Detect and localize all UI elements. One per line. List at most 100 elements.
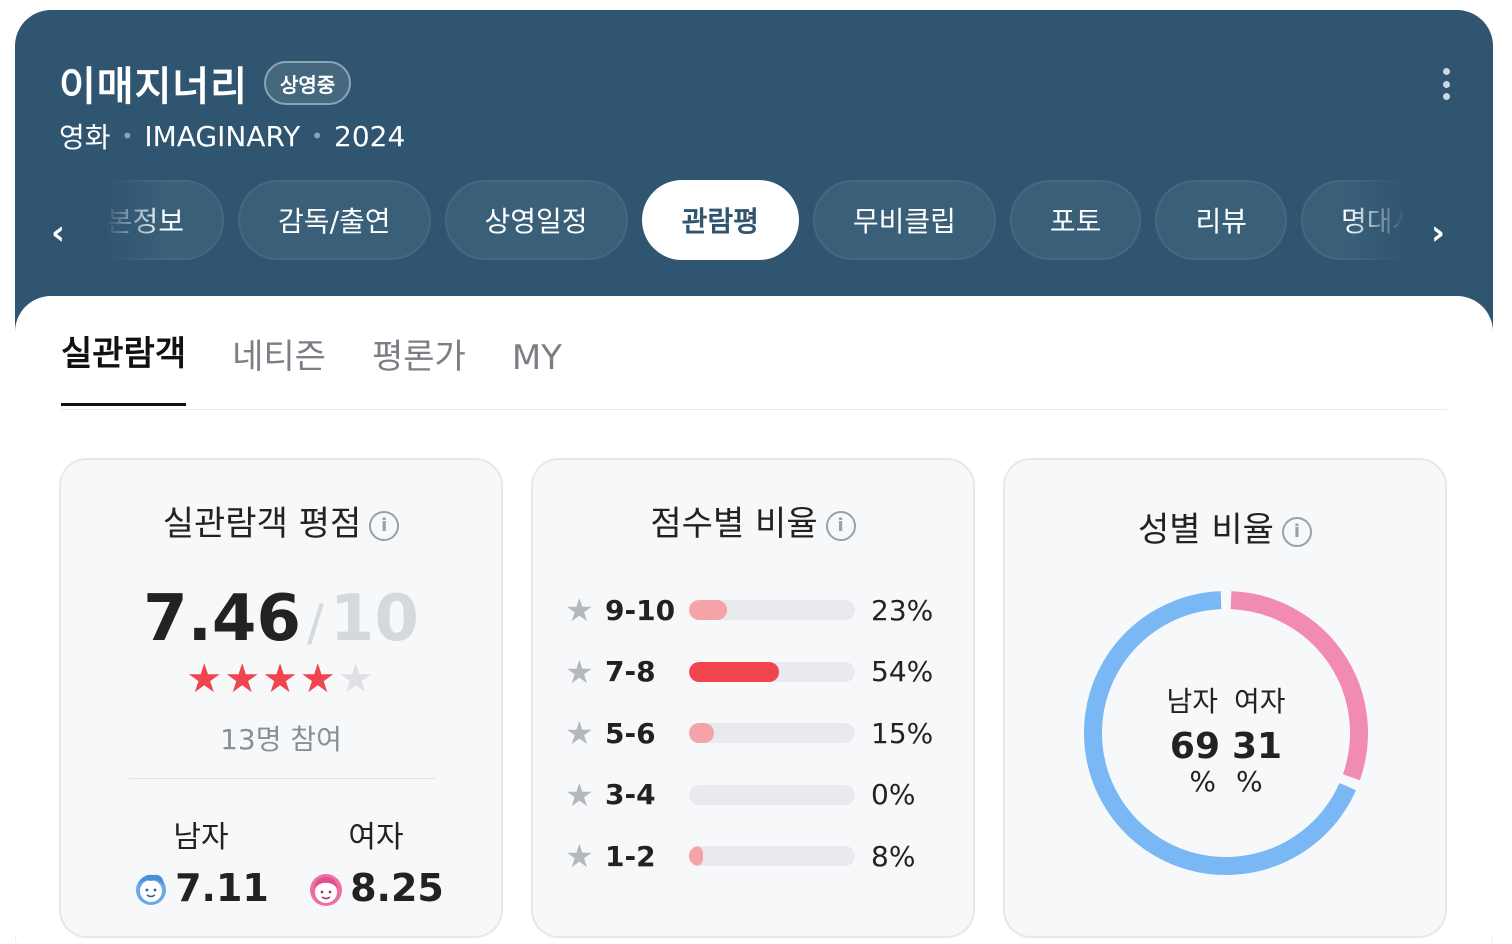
donut-values: 69 31 — [1081, 726, 1371, 767]
ratio-percent: 54% — [871, 655, 934, 688]
gender-panel: 성별 비율 i 남자 여자 69 31 %% — [1003, 458, 1447, 938]
rating-panel-title: 실관람객 평점 i — [61, 496, 501, 545]
ratio-bar-fill — [689, 600, 728, 620]
info-icon[interactable]: i — [369, 510, 400, 541]
donut-center-text: 남자 여자 69 31 %% — [1081, 680, 1371, 798]
average-score-value: 7.46 — [143, 582, 301, 656]
male-avatar-icon — [136, 874, 167, 905]
movie-year: 2024 — [334, 119, 406, 153]
info-icon[interactable]: i — [825, 510, 856, 541]
participant-count: 13명 참여 — [220, 723, 342, 756]
gender-donut-chart: 남자 여자 69 31 %% — [1081, 588, 1371, 878]
male-score-row: 7.11 — [126, 866, 276, 910]
ratio-bar-track — [689, 723, 855, 743]
tab-1[interactable]: 감독/출연 — [238, 180, 431, 260]
distribution-panel-title: 점수별 비율 i — [533, 496, 973, 545]
female-percent: 31 — [1232, 726, 1283, 767]
movie-title[interactable]: 이매지너리 — [59, 54, 248, 112]
score-range: 3-4 — [605, 778, 656, 811]
distribution-row: ★ 1-2 8% — [565, 836, 915, 876]
star-icon: ★ — [565, 714, 594, 752]
tab-4[interactable]: 무비클립 — [812, 180, 996, 260]
tab-list: 기본정보감독/출연상영일정관람평무비클립포토리뷰명대사 — [105, 180, 1405, 260]
score-range: 5-6 — [605, 716, 656, 750]
distribution-panel: 점수별 비율 i ★ 9-10 23% ★ 7-8 54% ★ 5-6 15% ★ 3-4 0% ★ 1-2… — [531, 458, 975, 938]
tab-6[interactable]: 리뷰 — [1155, 180, 1287, 260]
distribution-row: ★ 5-6 15% — [565, 713, 933, 753]
ratio-bar-fill — [689, 846, 703, 866]
score-range: 9-10 — [605, 593, 676, 627]
ratio-percent: 0% — [871, 778, 916, 811]
review-content: 실관람객 네티즌 평론가 MY 실관람객 평점 i 7.46/10 ★★★★★ 13명 … — [15, 296, 1493, 944]
male-score: 7.11 — [175, 866, 269, 910]
donut-labels: 남자 여자 — [1081, 680, 1371, 720]
ratio-bar-track — [689, 784, 855, 805]
movie-category: 영화 — [59, 121, 111, 154]
distribution-row: ★ 9-10 23% — [565, 590, 933, 630]
female-score-row: 8.25 — [301, 866, 451, 910]
female-score: 8.25 — [350, 866, 444, 910]
rating-panel: 실관람객 평점 i 7.46/10 ★★★★★ 13명 참여 남자 7.11 여… — [59, 458, 503, 938]
female-label: 여자 — [348, 820, 404, 855]
separator-dot: • — [121, 124, 134, 148]
male-percent: 69 — [1169, 726, 1220, 767]
male-label: 남자 — [173, 820, 229, 855]
ratio-bar-fill — [689, 661, 779, 682]
female-percent-unit: % — [1236, 765, 1263, 798]
star-icon: ★ — [262, 656, 300, 702]
subtab-1[interactable]: 네티즌 — [232, 329, 326, 406]
star-icon: ★ — [186, 656, 225, 702]
title-row: 이매지너리 상영중 — [59, 54, 352, 112]
status-badge: 상영중 — [264, 61, 352, 105]
movie-card: 이매지너리 상영중 영화 • IMAGINARY • 2024 기본정보감독/출… — [15, 10, 1493, 944]
male-percent-unit: % — [1189, 765, 1216, 798]
rating-panel-title-text: 실관람객 평점 — [162, 504, 362, 544]
panel-divider — [129, 778, 435, 779]
tab-5[interactable]: 포토 — [1009, 180, 1142, 260]
average-score: 7.46/10 — [61, 582, 501, 656]
female-avatar-icon — [310, 874, 343, 906]
tab-3[interactable]: 관람평 — [641, 180, 799, 260]
movie-original-title: IMAGINARY — [144, 119, 301, 153]
ratio-bar-track — [689, 846, 855, 866]
gender-panel-title-text: 성별 비율 — [1138, 510, 1274, 550]
tab-fade-left — [105, 178, 165, 264]
ratio-bar-fill — [689, 723, 714, 743]
ratio-bar-track — [689, 661, 855, 682]
separator-dot: • — [311, 124, 324, 148]
chevron-left-icon[interactable]: ‹ — [51, 216, 65, 250]
donut-units: %% — [1081, 765, 1371, 798]
movie-meta: 영화 • IMAGINARY • 2024 — [59, 116, 405, 156]
star-icon: ★ — [299, 656, 338, 702]
gender-panel-title: 성별 비율 i — [1005, 502, 1445, 551]
more-options-icon[interactable] — [1439, 68, 1453, 100]
star-rating: ★★★★★ — [61, 656, 501, 702]
movie-header: 이매지너리 상영중 영화 • IMAGINARY • 2024 기본정보감독/출… — [15, 10, 1493, 310]
star-icon: ★ — [565, 775, 594, 814]
chevron-right-icon[interactable]: › — [1431, 216, 1445, 250]
star-icon: ★ — [565, 837, 594, 875]
distribution-row: ★ 7-8 54% — [565, 652, 933, 692]
star-icon: ★ — [565, 591, 594, 629]
subtab-2[interactable]: 평론가 — [372, 329, 466, 406]
info-icon[interactable]: i — [1281, 516, 1312, 547]
score-slash: / — [306, 594, 324, 652]
subtab-divider — [61, 409, 1447, 410]
score-range: 1-2 — [605, 839, 656, 873]
ratio-percent: 15% — [871, 716, 934, 750]
review-subtabs: 실관람객 네티즌 평론가 MY — [61, 326, 562, 406]
ratio-percent: 23% — [871, 593, 934, 627]
star-icon: ★ — [337, 656, 376, 702]
distribution-panel-title-text: 점수별 비율 — [650, 504, 818, 544]
subtab-3[interactable]: MY — [512, 338, 562, 406]
female-score-block: 여자 8.25 — [301, 812, 451, 910]
tab-fade-right — [1345, 178, 1405, 264]
star-icon: ★ — [565, 652, 594, 691]
subtab-0[interactable]: 실관람객 — [61, 326, 187, 406]
tab-2[interactable]: 상영일정 — [444, 180, 628, 260]
score-max: 10 — [329, 582, 419, 656]
donut-male-label: 남자 — [1166, 685, 1218, 718]
ratio-bar-track — [689, 600, 855, 620]
score-range: 7-8 — [605, 655, 656, 688]
male-score-block: 남자 7.11 — [126, 812, 276, 910]
